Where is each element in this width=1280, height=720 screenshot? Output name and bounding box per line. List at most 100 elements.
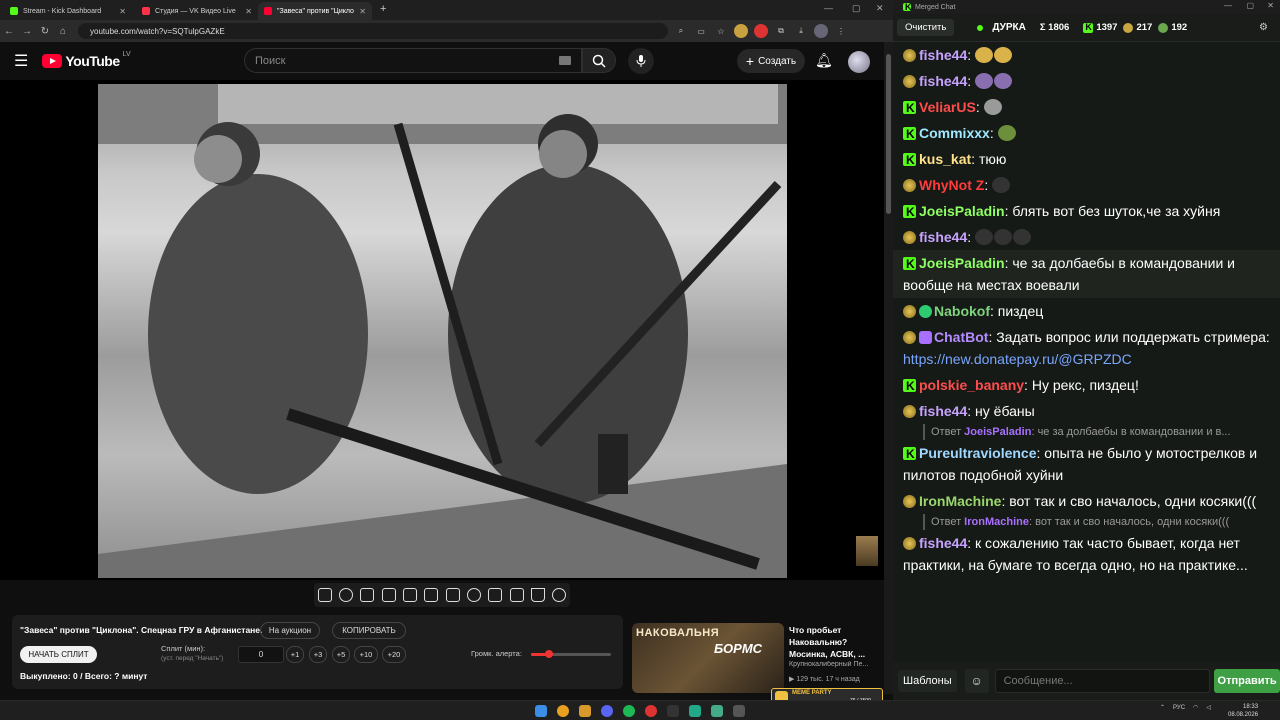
- pip-icon[interactable]: [402, 588, 417, 602]
- chat-message[interactable]: fishe44: к сожалению так часто бывает, к…: [893, 530, 1280, 578]
- language-indicator[interactable]: РУС: [1173, 705, 1185, 711]
- chat-username[interactable]: fishe44: [919, 73, 967, 89]
- camera-icon[interactable]: [509, 588, 524, 602]
- reply-quote[interactable]: Ответ IronMachine: вот так и сво началос…: [923, 514, 1270, 530]
- gear-icon[interactable]: [552, 588, 567, 602]
- wifi-icon[interactable]: ◠: [1193, 704, 1198, 711]
- chrome-icon[interactable]: [557, 705, 569, 717]
- tab-youtube-video[interactable]: "Завеса" против "Циклона"... ✕: [258, 2, 372, 20]
- increment-button[interactable]: +5: [332, 646, 350, 663]
- chat-username[interactable]: fishe44: [919, 229, 967, 245]
- chat-username[interactable]: VeliarUS: [919, 99, 976, 115]
- menu-icon[interactable]: ⋮: [834, 24, 848, 38]
- chat-message[interactable]: polskie_banany: Ну рекс, пиздец!: [893, 372, 1280, 398]
- chat-username[interactable]: fishe44: [919, 47, 967, 63]
- send-button[interactable]: Отправить: [1214, 669, 1280, 693]
- minimize-icon[interactable]: —: [824, 3, 833, 13]
- recommended-video-title[interactable]: Что пробьет Наковальню? Мосинка, АСВК, .…: [789, 624, 879, 660]
- maximize-icon[interactable]: ▢: [852, 3, 861, 14]
- copy-button[interactable]: КОПИРОВАТЬ: [332, 622, 406, 639]
- home-icon[interactable]: ⌂: [54, 26, 72, 37]
- tab-vk-studio[interactable]: Студия — VK Видео Live ✕: [136, 2, 258, 20]
- recommended-video-thumbnail[interactable]: НАКОВАЛЬНЯ БОРМС: [632, 623, 784, 693]
- chat-message[interactable]: fishe44: ну ёбаны: [893, 398, 1280, 424]
- chat-username[interactable]: Nabokof: [934, 303, 990, 319]
- theater-icon[interactable]: [424, 588, 439, 602]
- playlist-icon[interactable]: [360, 588, 375, 602]
- clock[interactable]: 18:33 08.08.2026: [1228, 703, 1258, 719]
- flask-icon[interactable]: [530, 588, 545, 602]
- app-icon[interactable]: [689, 705, 701, 717]
- notifications-bell-icon[interactable]: 🔔︎: [815, 52, 833, 69]
- hamburger-menu-icon[interactable]: ☰: [14, 51, 28, 71]
- chat-username[interactable]: kus_kat: [919, 151, 971, 167]
- app-icon[interactable]: [667, 705, 679, 717]
- file-explorer-icon[interactable]: [579, 705, 591, 717]
- add-icon[interactable]: [488, 588, 503, 602]
- auction-button[interactable]: На аукцион: [260, 622, 320, 639]
- video-thumbnail-overlay[interactable]: [856, 536, 878, 566]
- chat-username[interactable]: Pureultraviolence: [919, 445, 1037, 461]
- close-tab-icon[interactable]: ✕: [359, 7, 366, 16]
- forward-icon[interactable]: →: [18, 26, 36, 37]
- chat-message[interactable]: Commixxx:: [893, 120, 1280, 146]
- profile-icon[interactable]: [814, 24, 828, 38]
- maximize-icon[interactable]: ▢: [1246, 1, 1254, 10]
- close-tab-icon[interactable]: ✕: [119, 7, 126, 16]
- chat-message[interactable]: Pureultraviolence: опыта не было у мотос…: [893, 440, 1280, 488]
- video-frame[interactable]: [98, 84, 787, 578]
- alert-volume-slider[interactable]: [531, 650, 611, 658]
- windows-start-icon[interactable]: [535, 705, 547, 717]
- extension-icon[interactable]: [734, 24, 748, 38]
- chat-message[interactable]: fishe44:: [893, 42, 1280, 68]
- volume-icon[interactable]: ◁: [1206, 704, 1211, 711]
- cast-icon[interactable]: ▭: [694, 24, 708, 38]
- chat-message[interactable]: kus_kat: тюю: [893, 146, 1280, 172]
- video-player[interactable]: [0, 80, 884, 580]
- search-button[interactable]: [582, 48, 616, 73]
- chat-message[interactable]: JoeisPaladin: че за долбаебы в командова…: [893, 250, 1280, 298]
- loop-icon[interactable]: [317, 588, 332, 602]
- chat-link[interactable]: https://new.donatepay.ru/@GRPZDC: [903, 351, 1132, 367]
- increment-button[interactable]: +10: [354, 646, 378, 663]
- create-button[interactable]: + Создать: [737, 49, 805, 73]
- broadcast-icon[interactable]: [338, 588, 353, 602]
- tray-arrow-icon[interactable]: ⌃: [1160, 704, 1165, 711]
- speed-icon[interactable]: [466, 588, 481, 602]
- increment-button[interactable]: +1: [286, 646, 304, 663]
- message-input[interactable]: Сообщение...: [994, 669, 1211, 693]
- chat-message[interactable]: WhyNot Z:: [893, 172, 1280, 198]
- app-icon[interactable]: [711, 705, 723, 717]
- split-minutes-input[interactable]: 0: [238, 646, 284, 663]
- increment-button[interactable]: +20: [382, 646, 406, 663]
- reply-quote[interactable]: Ответ JoeisPaladin: че за долбаебы в ком…: [923, 424, 1270, 440]
- settings-gear-icon[interactable]: ⚙: [1259, 22, 1268, 33]
- bookmark-icon[interactable]: ☆: [714, 24, 728, 38]
- clapper-icon[interactable]: [381, 588, 396, 602]
- voice-search-button[interactable]: [628, 48, 654, 74]
- chat-username[interactable]: Commixxx: [919, 125, 990, 141]
- volume-handle[interactable]: [544, 650, 553, 658]
- recommended-channel-name[interactable]: Крупнокалиберный Пе...: [789, 661, 881, 668]
- minimize-icon[interactable]: —: [1224, 1, 1232, 10]
- chat-username[interactable]: fishe44: [919, 403, 967, 419]
- obs-icon[interactable]: [645, 705, 657, 717]
- chat-message[interactable]: fishe44:: [893, 224, 1280, 250]
- chat-message[interactable]: JoeisPaladin: блять вот без шуток,че за …: [893, 198, 1280, 224]
- chat-username[interactable]: JoeisPaladin: [919, 203, 1005, 219]
- increment-button[interactable]: +3: [309, 646, 327, 663]
- chat-username[interactable]: ChatBot: [934, 329, 988, 345]
- close-tab-icon[interactable]: ✕: [245, 7, 252, 16]
- start-split-button[interactable]: НАЧАТЬ СПЛИТ: [20, 646, 97, 663]
- chat-message[interactable]: IronMachine: вот так и сво началось, одн…: [893, 488, 1280, 514]
- keyboard-icon[interactable]: [559, 56, 571, 65]
- emoji-picker-icon[interactable]: ☺: [964, 669, 989, 693]
- close-window-icon[interactable]: ✕: [1267, 1, 1274, 10]
- youtube-logo[interactable]: YouTube LV: [42, 51, 131, 69]
- chat-message-list[interactable]: fishe44: fishe44: VeliarUS: Commixxx: ku…: [893, 42, 1280, 662]
- chat-username[interactable]: JoeisPaladin: [919, 255, 1005, 271]
- extensions-icon[interactable]: ⧉: [774, 24, 788, 38]
- clear-chat-button[interactable]: Очистить: [897, 19, 955, 36]
- url-field[interactable]: youtube.com/watch?v=SQTulpGAZkE: [78, 23, 668, 39]
- chat-message[interactable]: Nabokof: пиздец: [893, 298, 1280, 324]
